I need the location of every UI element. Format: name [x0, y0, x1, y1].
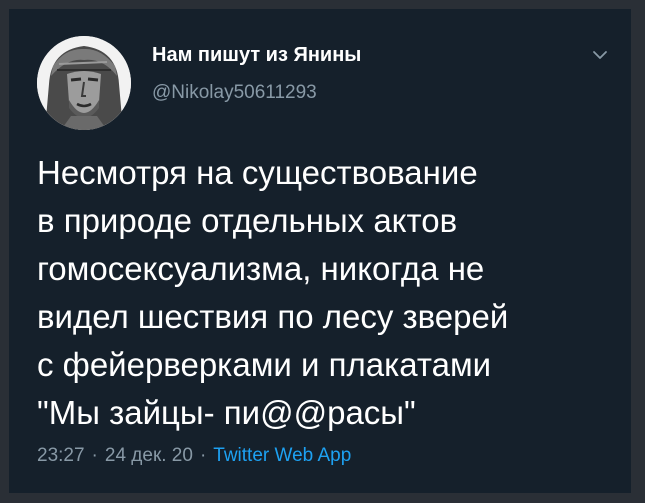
- author-avatar[interactable]: [37, 36, 131, 130]
- author-handle[interactable]: @Nikolay50611293: [152, 82, 317, 104]
- tweet-text: Несмотря на существование в природе отде…: [37, 154, 509, 431]
- meta-separator: ·: [199, 445, 207, 466]
- chevron-down-icon[interactable]: [589, 47, 611, 63]
- meta-separator: ·: [91, 445, 98, 466]
- tweet-meta: 23:27 · 24 дек. 20 · Twitter Web App: [37, 445, 351, 467]
- author-display-name[interactable]: Нам пишут из Янины: [152, 44, 361, 67]
- tweet-time[interactable]: 23:27: [37, 445, 85, 466]
- avatar-image: [37, 36, 131, 130]
- tweet-date[interactable]: 24 дек. 20: [105, 445, 193, 466]
- tweet-source-link[interactable]: Twitter Web App: [213, 445, 351, 466]
- tweet-card: Нам пишут из Янины @Nikolay50611293 Несм…: [9, 9, 631, 493]
